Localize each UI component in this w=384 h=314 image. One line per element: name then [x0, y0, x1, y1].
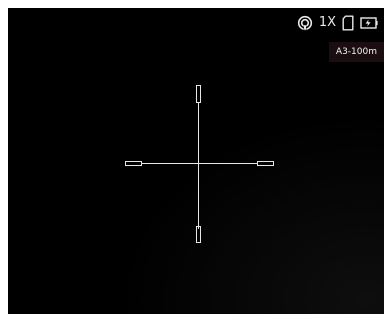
- thermal-view: 1X A3-100m: [8, 8, 384, 314]
- status-bar: 1X: [297, 14, 378, 32]
- sd-card-icon: [342, 15, 354, 31]
- hotspot-icon: [297, 15, 313, 31]
- zoom-level: 1X: [318, 15, 336, 30]
- battery-icon: [360, 16, 378, 30]
- reticle: [125, 85, 274, 243]
- reticle-left-post: [125, 161, 142, 166]
- reticle-right-post: [257, 161, 274, 166]
- profile-badge: A3-100m: [328, 42, 384, 62]
- profile-label: A3-100m: [335, 47, 377, 57]
- reticle-bottom-post: [196, 226, 201, 243]
- reticle-top-post: [196, 85, 201, 103]
- view-vignette: [8, 8, 384, 314]
